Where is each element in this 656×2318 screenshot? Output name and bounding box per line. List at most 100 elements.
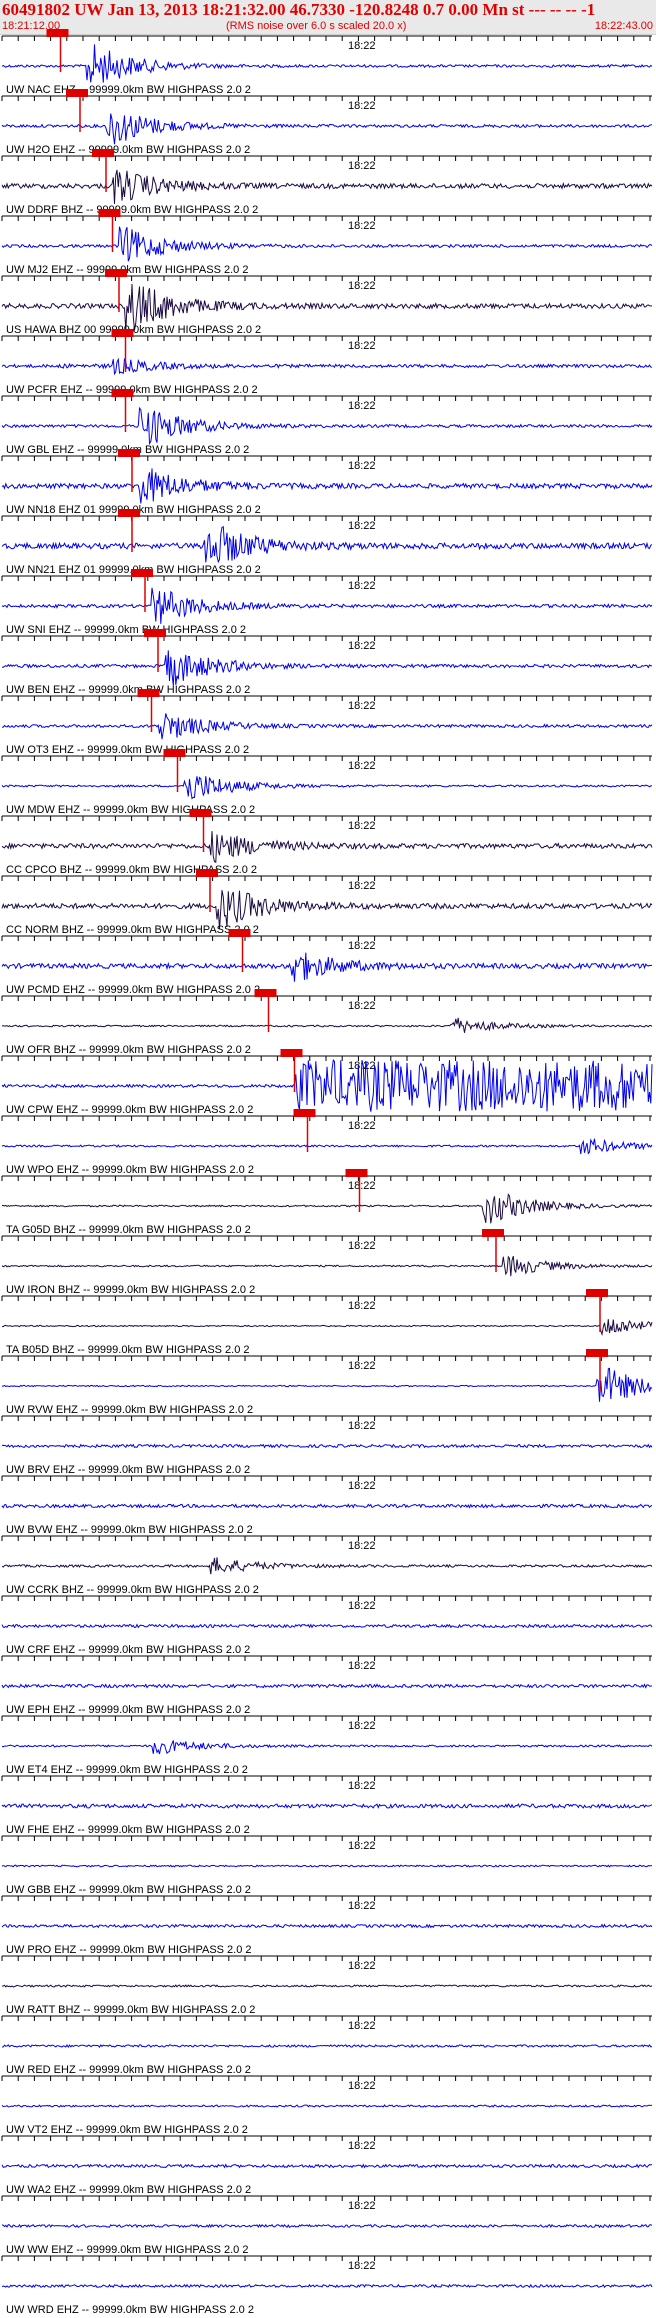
- waveform: [1, 525, 653, 564]
- pick-flag: [189, 809, 212, 817]
- waveform: [1, 1802, 653, 1809]
- minute-label: 18:22: [348, 1180, 376, 1192]
- station-label: UW IRON BHZ -- 99999.0km BW HIGHPASS 2.0…: [6, 1284, 255, 1296]
- station-label: UW BEN EHZ -- 99999.0km BW HIGHPASS 2.0 …: [6, 684, 250, 696]
- pick-flag: [98, 209, 121, 217]
- pick-flag: [228, 929, 251, 937]
- trace-row: 18:22 UW NAC EHZ -- 99999.0km BW HIGHPASS…: [1, 29, 653, 96]
- waveform: [1, 406, 653, 446]
- waveform: [1, 1984, 653, 1988]
- station-label: UW SNI EHZ -- 99999.0km BW HIGHPASS 2.0 …: [6, 624, 246, 636]
- station-label: UW WPO EHZ -- 99999.0km BW HIGHPASS 2.0 …: [6, 1164, 254, 1176]
- station-label: UW WRD EHZ -- 99999.0km BW HIGHPASS 2.0 …: [6, 2304, 254, 2316]
- minute-label: 18:22: [348, 580, 376, 592]
- minute-label: 18:22: [348, 1000, 376, 1012]
- pick-flag: [137, 689, 160, 697]
- minute-label: 18:22: [348, 40, 376, 52]
- minute-label: 18:22: [348, 2200, 376, 2212]
- trace-row: 18:22 TA B05D BHZ -- 99999.0km BW HIGHPAS…: [1, 1289, 653, 1356]
- waveform: [1, 1017, 653, 1033]
- station-label: UW OFR BHZ -- 99999.0km BW HIGHPASS 2.0 …: [6, 1044, 251, 1056]
- waveform: [1, 468, 653, 504]
- trace-row: 18:22 UW RED EHZ -- 99999.0km BW HIGHPASS…: [1, 2015, 652, 2076]
- minute-label: 18:22: [348, 400, 376, 412]
- pick-flag: [118, 449, 140, 457]
- station-label: UW MDW EHZ -- 99999.0km BW HIGHPASS 2.0 …: [6, 804, 255, 816]
- pick-flag: [66, 89, 88, 97]
- waveform: [1, 169, 653, 204]
- pick-flag: [345, 1169, 368, 1177]
- waveform: [1, 44, 653, 83]
- station-label: UW VT2 EHZ -- 99999.0km BW HIGHPASS 2.0 …: [6, 2124, 248, 2136]
- waveform: [1, 1923, 653, 1929]
- station-label: UW CCRK BHZ -- 99999.0km BW HIGHPASS 2.0…: [6, 1584, 259, 1596]
- station-label: UW H2O EHZ -- 99999.0km BW HIGHPASS 2.0 …: [6, 144, 250, 156]
- trace-row: 18:22 UW BRV EHZ -- 99999.0km BW HIGHPASS…: [1, 1415, 653, 1476]
- minute-label: 18:22: [348, 1960, 376, 1972]
- trace-row: 18:22UW NN21 EHZ 01 99999.0km BW HIGHPAS…: [1, 509, 653, 576]
- waveform: [1, 2043, 652, 2049]
- station-label: TA G05D BHZ -- 99999.0km BW HIGHPASS 2.0…: [6, 1224, 251, 1236]
- minute-label: 18:22: [348, 1420, 376, 1432]
- station-label: UW WW EHZ -- 99999.0km BW HIGHPASS 2.0 2: [6, 2244, 248, 2256]
- station-label: UW CPW EHZ -- 99999.0km BW HIGHPASS 2.0 …: [6, 1104, 253, 1116]
- pick-flag: [118, 509, 140, 517]
- pick-flag: [46, 29, 69, 37]
- seismogram-panel: 18:22 UW NAC EHZ -- 99999.0km BW HIGHPASS…: [1, 29, 653, 2316]
- pick-flag: [111, 329, 134, 337]
- trace-row: 18:22 UW CCRK BHZ -- 99999.0km BW HIGHPAS…: [1, 1535, 653, 1596]
- waveform: [1, 226, 653, 262]
- station-label: UW OT3 EHZ -- 99999.0km BW HIGHPASS 2.0 …: [6, 744, 249, 756]
- minute-label: 18:22: [348, 2140, 376, 2152]
- waveform: [1, 952, 653, 982]
- pick-flag: [482, 1229, 504, 1237]
- trace-row: 18:22 CC CPCO BHZ -- 99999.0km BW HIGHPAS…: [1, 809, 653, 876]
- waveform: [1, 831, 653, 863]
- trace-row: 18:22 UW H2O EHZ -- 99999.0km BW HIGHPASS…: [1, 89, 653, 156]
- minute-label: 18:22: [348, 520, 376, 532]
- pick-flag: [254, 989, 277, 997]
- trace-row: 18:22 UW PRO EHZ -- 99999.0km BW HIGHPASS…: [1, 1895, 653, 1956]
- minute-label: 18:22: [348, 700, 376, 712]
- station-label: UW WA2 EHZ -- 99999.0km BW HIGHPASS 2.0 …: [6, 2184, 251, 2196]
- waveform: [1, 1443, 653, 1449]
- pick-flag: [105, 269, 127, 277]
- trace-row: 18:22UW NN18 EHZ 01 99999.0km BW HIGHPAS…: [1, 449, 653, 516]
- minute-label: 18:22: [348, 2080, 376, 2092]
- station-label: UW FHE EHZ -- 99999.0km BW HIGHPASS 2.0 …: [6, 1824, 250, 1836]
- station-label: UW RATT BHZ -- 99999.0km BW HIGHPASS 2.0…: [6, 2004, 255, 2016]
- trace-row: 18:22 CC NORM BHZ -- 99999.0km BW HIGHPAS…: [1, 869, 653, 936]
- minute-label: 18:22: [348, 220, 376, 232]
- pick-flag: [163, 749, 186, 757]
- station-label: UW EPH EHZ -- 99999.0km BW HIGHPASS 2.0 …: [6, 1704, 250, 1716]
- trace-row: 18:22 UW PCMD EHZ -- 99999.0km BW HIGHPAS…: [1, 929, 653, 996]
- trace-row: 18:22 UW IRON BHZ -- 99999.0km BW HIGHPAS…: [1, 1229, 653, 1296]
- trace-row: 18:22 UW CRF EHZ -- 99999.0km BW HIGHPASS…: [1, 1595, 653, 1656]
- pick-flag: [111, 389, 134, 397]
- station-label: UW GBB EHZ -- 99999.0km BW HIGHPASS 2.0 …: [6, 1884, 251, 1896]
- waveform: [1, 776, 652, 800]
- waveform: [1, 357, 653, 376]
- waveform: [1, 2283, 653, 2289]
- minute-label: 18:22: [348, 1660, 376, 1672]
- station-label: UW BRV EHZ -- 99999.0km BW HIGHPASS 2.0 …: [6, 1464, 250, 1476]
- waveform: [1, 1740, 653, 1755]
- waveform: [1, 1138, 653, 1155]
- trace-row: 18:22 UW DDRF BHZ -- 99999.0km BW HIGHPAS…: [1, 149, 653, 216]
- minute-label: 18:22: [348, 1540, 376, 1552]
- minute-label: 18:22: [348, 640, 376, 652]
- pick-flag: [586, 1349, 608, 1357]
- station-label: UW MJ2 EHZ -- 99999.0km BW HIGHPASS 2.0 …: [6, 264, 248, 276]
- trace-row: 18:22 UW OT3 EHZ -- 99999.0km BW HIGHPASS…: [1, 689, 653, 756]
- station-label: CC NORM BHZ -- 99999.0km BW HIGHPASS 2.0…: [6, 924, 259, 936]
- trace-row: 18:22 UW OFR BHZ -- 99999.0km BW HIGHPASS…: [1, 989, 653, 1056]
- pick-flag: [144, 629, 166, 637]
- trace-row: 18:22 UW RVW EHZ -- 99999.0km BW HIGHPASS…: [1, 1349, 653, 1416]
- station-label: UW DDRF BHZ -- 99999.0km BW HIGHPASS 2.0…: [6, 204, 258, 216]
- station-label: UW ET4 EHZ -- 99999.0km BW HIGHPASS 2.0 …: [6, 1764, 248, 1776]
- waveform: [1, 2223, 653, 2229]
- minute-label: 18:22: [348, 760, 376, 772]
- trace-row: 18:22 UW FHE EHZ -- 99999.0km BW HIGHPASS…: [1, 1775, 653, 1836]
- minute-label: 18:22: [348, 340, 376, 352]
- pick-flag: [586, 1289, 608, 1297]
